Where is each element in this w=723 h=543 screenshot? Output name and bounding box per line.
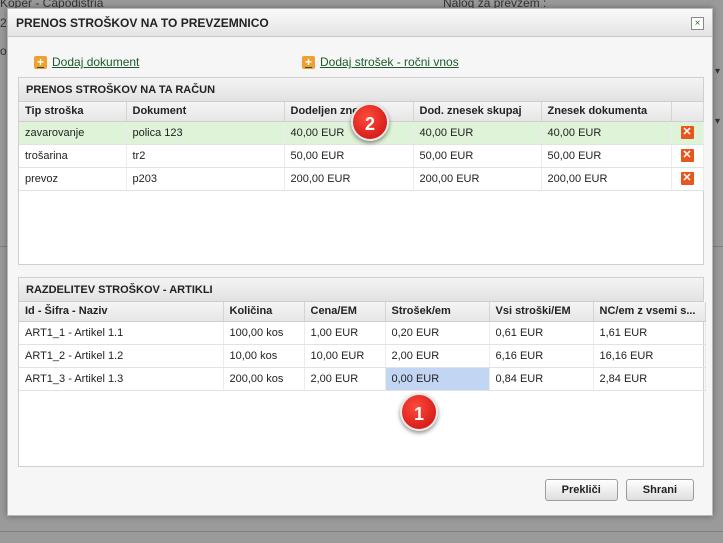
cell-dokument: p203 (126, 167, 285, 191)
cell-tip: zavarovanje (19, 121, 127, 145)
bg-dropdown-arrow: ▾ (715, 66, 721, 77)
cell-kolicina: 200,00 kos (223, 367, 305, 391)
add-cost-link[interactable]: + Dodaj strošek - ročni vnos (302, 55, 459, 69)
cell-naziv: ART1_2 - Artikel 1.2 (19, 344, 224, 368)
plus-icon: + (34, 55, 47, 69)
cell-strosek-selected[interactable]: 0,00 EUR (385, 367, 490, 391)
add-document-link[interactable]: + Dodaj dokument (34, 55, 139, 69)
costs-section-title: PRENOS STROŠKOV NA TA RAČUN (19, 78, 703, 102)
table-row[interactable]: ART1_3 - Artikel 1.3 200,00 kos 2,00 EUR… (19, 367, 706, 391)
cell-dodeljen[interactable]: 40,00 EUR (284, 121, 414, 145)
cell-cena: 2,00 EUR (304, 367, 386, 391)
delete-icon[interactable]: ✕ (680, 172, 694, 185)
col-header[interactable]: Dokument (126, 102, 285, 122)
dialog-actions: + Dodaj dokument + Dodaj strošek - ročni… (34, 55, 684, 73)
cell-skupaj: 200,00 EUR (413, 167, 542, 191)
cell-dodeljen[interactable]: 200,00 EUR (284, 167, 414, 191)
cell-znesek: 200,00 EUR (541, 167, 672, 191)
table-row[interactable]: ART1_1 - Artikel 1.1 100,00 kos 1,00 EUR… (19, 321, 706, 345)
cell-znesek: 50,00 EUR (541, 144, 672, 168)
delete-icon[interactable]: ✕ (680, 149, 694, 162)
cell-naziv: ART1_1 - Artikel 1.1 (19, 321, 224, 345)
add-document-label: Dodaj dokument (52, 55, 140, 69)
add-cost-label: Dodaj strošek - ročni vnos (320, 55, 459, 69)
bg-side-text-2: o (0, 44, 7, 58)
cell-kolicina: 10,00 kos (223, 344, 305, 368)
col-header[interactable]: Dodeljen znesek (284, 102, 414, 122)
cell-cena: 1,00 EUR (304, 321, 386, 345)
cell-dokument: polica 123 (126, 121, 285, 145)
dialog-footer: Prekliči Shrani (544, 479, 694, 501)
cell-strosek[interactable]: 0,20 EUR (385, 321, 490, 345)
annotation-marker-2: 2 (351, 103, 389, 141)
plus-icon: + (302, 55, 315, 69)
cell-naziv: ART1_3 - Artikel 1.3 (19, 367, 224, 391)
col-header[interactable]: Tip stroška (19, 102, 127, 122)
cost-transfer-dialog: PRENOS STROŠKOV NA TO PREVZEMNICO × + Do… (7, 8, 713, 516)
cancel-button[interactable]: Prekliči (544, 479, 618, 501)
cell-nc: 16,16 EUR (593, 344, 706, 368)
dialog-title: PRENOS STROŠKOV NA TO PREVZEMNICO (8, 9, 712, 37)
cell-znesek: 40,00 EUR (541, 121, 672, 145)
delete-icon[interactable]: ✕ (680, 126, 694, 139)
articles-section: RAZDELITEV STROŠKOV - ARTIKLI Id - Šifra… (18, 277, 706, 467)
close-icon[interactable]: × (691, 17, 704, 30)
col-header[interactable]: Strošek/em (385, 302, 490, 322)
col-header (671, 102, 704, 122)
cell-tip: prevoz (19, 167, 127, 191)
cell-nc: 2,84 EUR (593, 367, 706, 391)
col-header[interactable]: Znesek dokumenta (541, 102, 672, 122)
cell-cena: 10,00 EUR (304, 344, 386, 368)
cell-skupaj: 50,00 EUR (413, 144, 542, 168)
col-header[interactable]: Cena/EM (304, 302, 386, 322)
cell-dodeljen[interactable]: 50,00 EUR (284, 144, 414, 168)
annotation-marker-1: 1 (400, 393, 438, 431)
cell-kolicina: 100,00 kos (223, 321, 305, 345)
articles-header-row: Id - Šifra - Naziv Količina Cena/EM Stro… (19, 302, 706, 322)
cell-tip: trošarina (19, 144, 127, 168)
table-row[interactable]: trošarina tr2 50,00 EUR 50,00 EUR 50,00 … (19, 144, 704, 168)
bg-divider-bottom (0, 531, 723, 532)
cell-dokument: tr2 (126, 144, 285, 168)
cell-vsi: 0,61 EUR (489, 321, 594, 345)
table-row[interactable]: prevoz p203 200,00 EUR 200,00 EUR 200,00… (19, 167, 704, 191)
cell-skupaj: 40,00 EUR (413, 121, 542, 145)
cell-vsi: 6,16 EUR (489, 344, 594, 368)
articles-section-title: RAZDELITEV STROŠKOV - ARTIKLI (19, 278, 703, 302)
articles-table: Id - Šifra - Naziv Količina Cena/EM Stro… (19, 302, 706, 391)
col-header[interactable]: Id - Šifra - Naziv (19, 302, 224, 322)
col-header[interactable]: NC/em z vsemi s... (593, 302, 706, 322)
save-button[interactable]: Shrani (625, 479, 694, 501)
col-header[interactable]: Količina (223, 302, 305, 322)
table-row[interactable]: ART1_2 - Artikel 1.2 10,00 kos 10,00 EUR… (19, 344, 706, 368)
cell-strosek[interactable]: 2,00 EUR (385, 344, 490, 368)
col-header[interactable]: Vsi stroški/EM (489, 302, 594, 322)
cell-nc: 1,61 EUR (593, 321, 706, 345)
col-header[interactable]: Dod. znesek skupaj (413, 102, 542, 122)
bg-dropdown-arrow-2: ▾ (715, 116, 721, 127)
cell-vsi: 0,84 EUR (489, 367, 594, 391)
